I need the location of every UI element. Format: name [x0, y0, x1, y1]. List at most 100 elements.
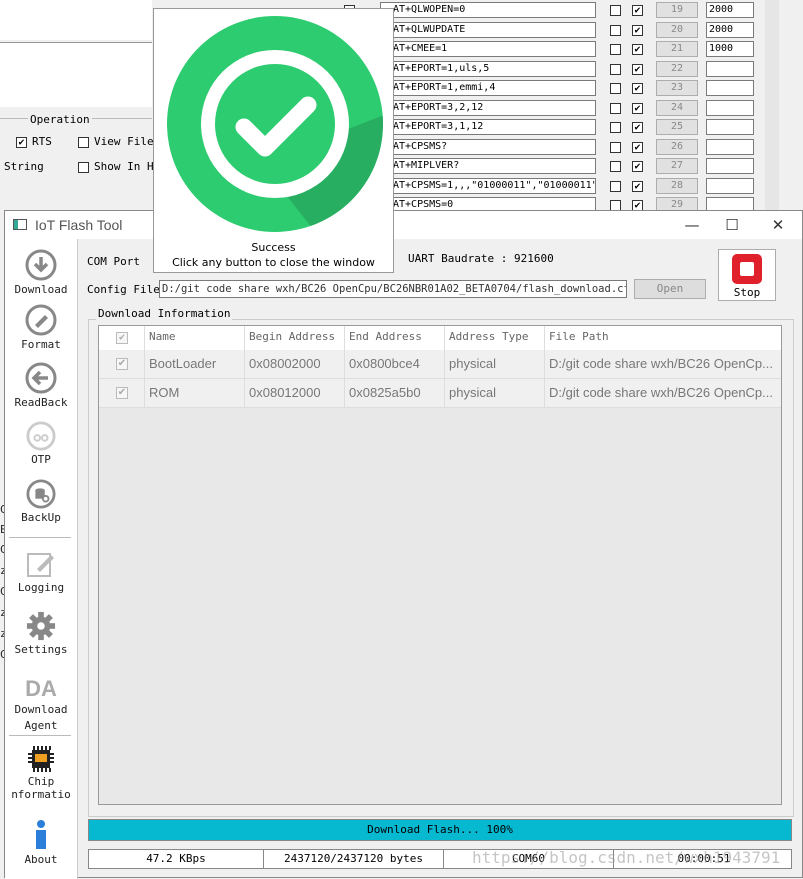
delay-input[interactable] [706, 119, 754, 135]
status-speed: 47.2 KBps [89, 850, 264, 868]
cmd-input[interactable]: AT+MIPLVER? [380, 158, 596, 174]
view-file-checkbox[interactable] [78, 137, 89, 148]
select-all-header[interactable]: ✔ [99, 326, 145, 350]
column-header[interactable]: Address Type [445, 326, 545, 350]
cmd-input[interactable]: AT+EPORT=3,2,12 [380, 100, 596, 116]
column-header[interactable]: Begin Address [245, 326, 345, 350]
cell-begin-address: 0x08002000 [245, 350, 345, 379]
send-button[interactable]: 27 [656, 158, 698, 174]
bg-scrollbar[interactable] [765, 0, 779, 212]
send-button[interactable]: 28 [656, 178, 698, 194]
send-button[interactable]: 19 [656, 2, 698, 18]
enter-checkbox[interactable] [632, 44, 643, 55]
hex-checkbox[interactable] [610, 161, 621, 172]
column-header[interactable]: File Path [545, 326, 781, 350]
send-button[interactable]: 21 [656, 41, 698, 57]
nav-about-label: About [24, 853, 58, 866]
nav-divider [9, 735, 71, 736]
send-button[interactable]: 23 [656, 80, 698, 96]
stop-button[interactable]: Stop [718, 249, 776, 301]
sidebar-nav: Download Format ReadBack OTP BackUp Logg… [5, 239, 78, 879]
config-file-input[interactable]: D:/git code share wxh/BC26 OpenCpu/BC26N… [159, 280, 627, 298]
nav-download[interactable]: Download [5, 249, 77, 296]
row-checkbox[interactable]: ✔ [116, 387, 128, 399]
table-row[interactable]: ✔ BootLoader 0x08002000 0x0800bce4 physi… [99, 350, 781, 379]
delay-input[interactable] [706, 158, 754, 174]
cmd-input[interactable]: AT+QLWOPEN=0 [380, 2, 596, 18]
enter-checkbox[interactable] [632, 64, 643, 75]
cell-end-address: 0x0825a5b0 [345, 379, 445, 408]
cmd-input[interactable]: AT+EPORT=1,uls,5 [380, 61, 596, 77]
send-button[interactable]: 24 [656, 100, 698, 116]
nav-format[interactable]: Format [5, 304, 77, 351]
nav-otp-label: OTP [31, 453, 51, 466]
nav-download-agent[interactable]: DA Download Agent [5, 675, 77, 732]
delay-input[interactable]: 1000 [706, 41, 754, 57]
nav-download-label: Download [14, 283, 68, 296]
maximize-button[interactable]: ☐ [717, 215, 747, 235]
close-button[interactable]: ✕ [763, 215, 793, 235]
send-button[interactable]: 26 [656, 139, 698, 155]
send-button[interactable]: 25 [656, 119, 698, 135]
enter-checkbox[interactable] [632, 83, 643, 94]
format-icon [25, 304, 57, 336]
nav-divider [9, 537, 71, 538]
column-header[interactable]: End Address [345, 326, 445, 350]
cell-address-type: physical [445, 379, 545, 408]
hex-checkbox[interactable] [610, 25, 621, 36]
enter-checkbox[interactable] [632, 5, 643, 16]
cmd-input[interactable]: AT+CPSMS=1,,,"01000011","01000011" [380, 178, 596, 194]
row-checkbox[interactable]: ✔ [116, 358, 128, 370]
table-row[interactable]: ✔ ROM 0x08012000 0x0825a5b0 physical D:/… [99, 379, 781, 408]
nav-backup[interactable]: BackUp [5, 479, 77, 524]
nav-settings[interactable]: Settings [5, 611, 77, 656]
column-header[interactable]: Name [145, 326, 245, 350]
show-in-hex-checkbox[interactable] [78, 162, 89, 173]
enter-checkbox[interactable] [632, 25, 643, 36]
cmd-input[interactable]: AT+CMEE=1 [380, 41, 596, 57]
nav-chip-information[interactable]: Chip nformatio [5, 745, 77, 801]
nav-about[interactable]: About [5, 819, 77, 866]
cmd-input[interactable]: AT+QLWUPDATE [380, 22, 596, 38]
hex-checkbox[interactable] [610, 103, 621, 114]
enter-checkbox[interactable] [632, 103, 643, 114]
status-bytes: 2437120/2437120 bytes [264, 850, 444, 868]
hex-checkbox[interactable] [610, 122, 621, 133]
nav-otp[interactable]: OTP [5, 421, 77, 466]
enter-checkbox[interactable] [632, 161, 643, 172]
delay-input[interactable] [706, 80, 754, 96]
delay-input[interactable]: 2000 [706, 2, 754, 18]
cmd-input[interactable]: AT+EPORT=3,1,12 [380, 119, 596, 135]
enter-checkbox[interactable] [632, 181, 643, 192]
hex-checkbox[interactable] [610, 64, 621, 75]
cell-file-path: D:/git code share wxh/BC26 OpenCp... [549, 356, 774, 371]
da-icon: DA [25, 676, 57, 701]
hex-checkbox[interactable] [610, 83, 621, 94]
hex-checkbox[interactable] [610, 142, 621, 153]
nav-readback[interactable]: ReadBack [5, 362, 77, 409]
send-button[interactable]: 20 [656, 22, 698, 38]
hex-checkbox[interactable] [610, 44, 621, 55]
delay-input[interactable] [706, 61, 754, 77]
rts-checkbox[interactable] [16, 137, 27, 148]
nav-readback-label: ReadBack [14, 396, 68, 409]
hex-checkbox[interactable] [610, 181, 621, 192]
select-all-checkbox[interactable]: ✔ [116, 332, 128, 344]
minimize-button[interactable]: — [677, 215, 707, 235]
success-popup[interactable]: Success Click any button to close the wi… [153, 8, 394, 273]
cmd-input[interactable]: AT+CPSMS? [380, 139, 596, 155]
delay-input[interactable]: 2000 [706, 22, 754, 38]
delay-input[interactable] [706, 100, 754, 116]
enter-checkbox[interactable] [632, 142, 643, 153]
cell-name: ROM [145, 379, 245, 408]
nav-logging-label: Logging [17, 581, 65, 594]
app-icon [13, 219, 27, 230]
send-button[interactable]: 22 [656, 61, 698, 77]
open-button[interactable]: Open [634, 279, 706, 299]
hex-checkbox[interactable] [610, 5, 621, 16]
delay-input[interactable] [706, 139, 754, 155]
nav-logging[interactable]: Logging [5, 551, 77, 594]
delay-input[interactable] [706, 178, 754, 194]
cmd-input[interactable]: AT+EPORT=1,emmi,4 [380, 80, 596, 96]
enter-checkbox[interactable] [632, 122, 643, 133]
